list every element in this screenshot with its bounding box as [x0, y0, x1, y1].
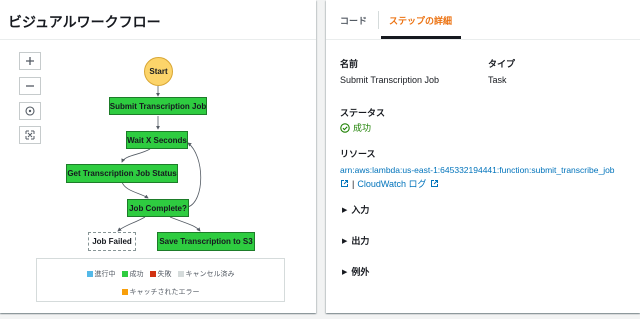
legend-succeeded: 成功: [121, 269, 144, 279]
legend-swatch: [86, 271, 93, 277]
node-get-transcription-job-status[interactable]: Get Transcription Job Status: [66, 164, 178, 183]
name-label: 名前: [340, 59, 359, 69]
node-save-transcription-to-s3[interactable]: Save Transcription to S3: [157, 232, 255, 251]
legend-row-1: 進行中 成功 失敗 キャンセル済み: [37, 269, 284, 279]
legend-failed: 失敗: [149, 269, 172, 279]
legend-swatch: [177, 271, 184, 277]
resource-links-row: | CloudWatch ログ: [340, 177, 439, 190]
panel-title: ビジュアルワークフロー: [0, 0, 316, 40]
legend-caught-error: キャッチされたエラー: [121, 287, 200, 297]
visual-workflow-panel: ビジュアルワークフロー Start Submit Transcription J…: [0, 0, 316, 313]
exception-expander[interactable]: ▶ 例外: [342, 265, 369, 278]
output-expander[interactable]: ▶ 出力: [342, 234, 369, 247]
external-link-icon[interactable]: [430, 179, 439, 188]
resource-label: リソース: [340, 149, 376, 159]
step-details-panel: コード ステップの詳細 名前 Submit Transcription Job …: [326, 0, 640, 313]
cloudwatch-logs-link[interactable]: CloudWatch ログ: [357, 177, 426, 190]
active-tab-indicator: [381, 36, 461, 39]
status-label: ステータス: [340, 108, 386, 118]
input-expander[interactable]: ▶ 入力: [342, 203, 369, 216]
node-start[interactable]: Start: [144, 57, 173, 86]
status-legend: 進行中 成功 失敗 キャンセル済み キャッチされたエラー: [36, 258, 285, 302]
node-job-failed[interactable]: Job Failed: [88, 232, 136, 251]
link-separator: |: [352, 178, 355, 189]
caret-right-icon: ▶: [342, 268, 348, 276]
tab-code[interactable]: コード: [340, 14, 367, 27]
tab-divider: [378, 11, 379, 29]
legend-swatch: [121, 289, 128, 295]
legend-swatch: [149, 271, 156, 277]
success-check-icon: [340, 122, 350, 133]
legend-cancelled: キャンセル済み: [177, 269, 235, 279]
node-job-complete[interactable]: Job Complete?: [127, 199, 189, 217]
legend-swatch: [121, 271, 128, 277]
workflow-canvas[interactable]: Start Submit Transcription Job Wait X Se…: [0, 41, 316, 313]
caret-right-icon: ▶: [342, 206, 348, 214]
status-indicator: 成功: [340, 121, 371, 134]
node-wait-x-seconds[interactable]: Wait X Seconds: [126, 131, 188, 149]
caret-right-icon: ▶: [342, 237, 348, 245]
node-submit-transcription-job[interactable]: Submit Transcription Job: [109, 97, 207, 115]
status-value: 成功: [353, 123, 372, 133]
legend-row-2: キャッチされたエラー: [37, 287, 284, 297]
resource-arn-link[interactable]: arn:aws:lambda:us-east-1:645332194441:fu…: [340, 165, 615, 175]
type-label: タイプ: [488, 59, 516, 69]
external-link-icon[interactable]: [340, 179, 349, 188]
tab-bar: コード ステップの詳細: [326, 0, 640, 40]
type-value: Task: [488, 75, 507, 85]
name-value: Submit Transcription Job: [340, 75, 440, 85]
tab-step-details[interactable]: ステップの詳細: [389, 14, 452, 27]
legend-in-progress: 進行中: [86, 269, 116, 279]
